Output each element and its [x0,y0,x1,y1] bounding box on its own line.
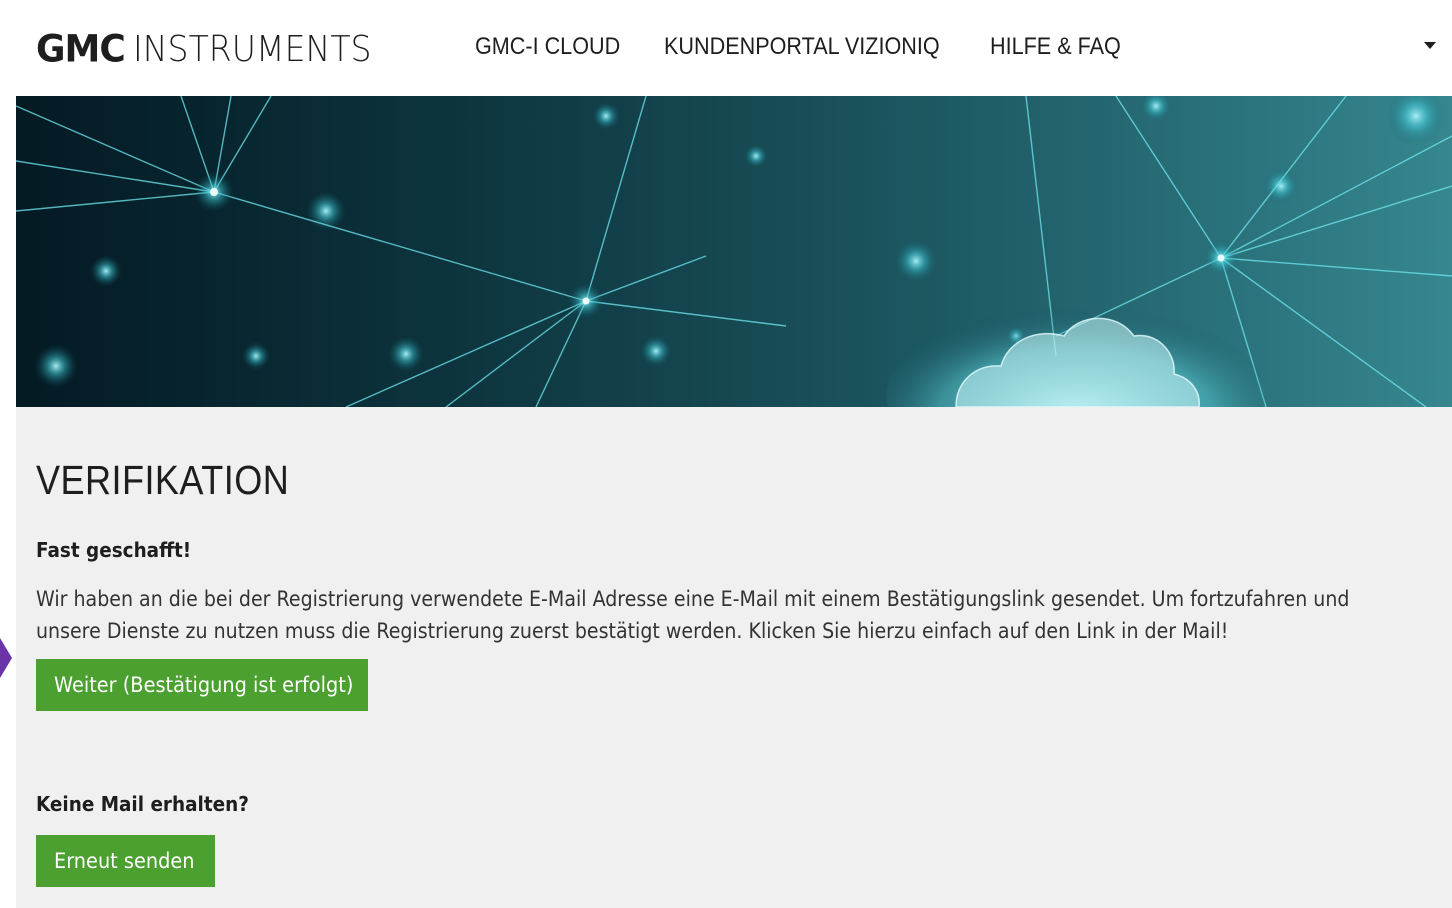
pointer-arrow-icon [0,638,12,678]
brand-logo[interactable]: GMC INSTRUMENTS [36,27,392,71]
hero-banner [16,96,1452,407]
logo-light-text: INSTRUMENTS [132,28,372,70]
nav-kundenportal-vizioniq[interactable]: KUNDENPORTAL VIZIONIQ [664,33,940,61]
almost-done-heading: Fast geschafft! [36,538,192,562]
network-banner-graphic [16,96,1452,407]
continue-button[interactable]: Weiter (Bestätigung ist erfolgt) [36,659,368,711]
resend-button[interactable]: Erneut senden [36,835,215,887]
nav-gmc-i-cloud[interactable]: GMC-I CLOUD [475,33,620,61]
nav-hilfe-faq[interactable]: HILFE & FAQ [990,33,1121,61]
left-edge [0,0,16,908]
verification-message: Wir haben an die bei der Registrierung v… [36,587,1350,643]
page: GMC INSTRUMENTS GMC-I CLOUD KUNDENPORTAL… [0,0,1452,908]
resend-button-label: Erneut senden [54,849,195,873]
logo-bold-text: GMC [36,27,126,71]
page-title: VERIFIKATION [36,457,290,503]
chevron-down-icon[interactable] [1424,42,1436,49]
site-header: GMC INSTRUMENTS GMC-I CLOUD KUNDENPORTAL… [16,7,1452,96]
no-mail-heading: Keine Mail erhalten? [36,792,249,816]
main-content: VERIFIKATION Fast geschafft! Wir haben a… [16,407,1452,908]
continue-button-label: Weiter (Bestätigung ist erfolgt) [54,673,354,697]
